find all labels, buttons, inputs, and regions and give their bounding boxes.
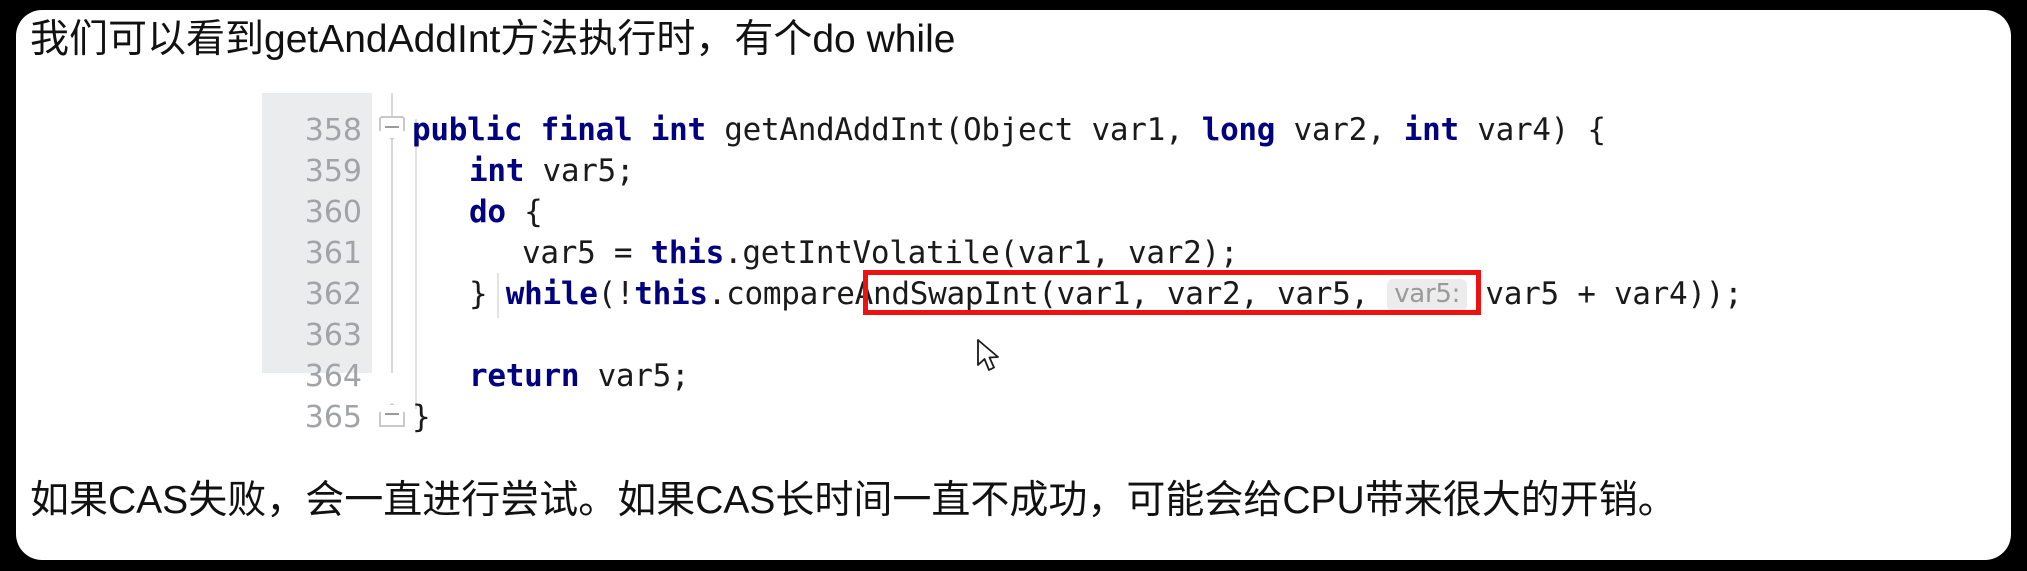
line-number: 365 xyxy=(304,400,362,435)
line-number: 358 xyxy=(304,113,362,148)
mouse-cursor xyxy=(977,339,1003,373)
line-number: 361 xyxy=(304,236,362,271)
minus-icon xyxy=(385,126,399,128)
code-line-361[interactable]: var5 = this.getIntVolatile(var1, var2); xyxy=(522,238,1239,269)
line-number: 359 xyxy=(304,154,362,189)
line-number: 360 xyxy=(304,195,362,230)
code-line-360[interactable]: do { xyxy=(469,197,543,228)
minus-icon xyxy=(385,413,399,415)
code-line-364[interactable]: return var5; xyxy=(469,361,690,392)
screenshot-root: 我们可以看到getAndAddInt方法执行时，有个do while 358 3… xyxy=(0,0,2027,571)
line-number: 362 xyxy=(304,277,362,312)
code-folding-strip[interactable] xyxy=(372,93,412,427)
line-number-gutter: 358 359 360 361 362 363 364 365 xyxy=(262,93,372,433)
line-number: 364 xyxy=(304,359,362,394)
code-line-365[interactable]: } xyxy=(412,402,431,433)
line-number: 363 xyxy=(304,318,362,353)
code-editor[interactable]: 358 359 360 361 362 363 364 365 public f… xyxy=(262,93,1992,433)
content-card: 我们可以看到getAndAddInt方法执行时，有个do while 358 3… xyxy=(16,10,2011,560)
fold-collapse-icon[interactable] xyxy=(379,116,405,140)
caption-top: 我们可以看到getAndAddInt方法执行时，有个do while xyxy=(30,18,956,61)
red-highlight-box xyxy=(863,270,1481,315)
code-line-359[interactable]: int var5; xyxy=(469,156,635,187)
fold-collapse-end-icon[interactable] xyxy=(379,403,405,427)
code-text-area[interactable]: public final int getAndAddInt(Object var… xyxy=(412,93,1992,433)
caption-bottom: 如果CAS失败，会一直进行尝试。如果CAS长时间一直不成功，可能会给CPU带来很… xyxy=(30,479,1677,522)
indent-guide xyxy=(415,119,417,409)
code-line-358[interactable]: public final int getAndAddInt(Object var… xyxy=(412,115,1606,146)
